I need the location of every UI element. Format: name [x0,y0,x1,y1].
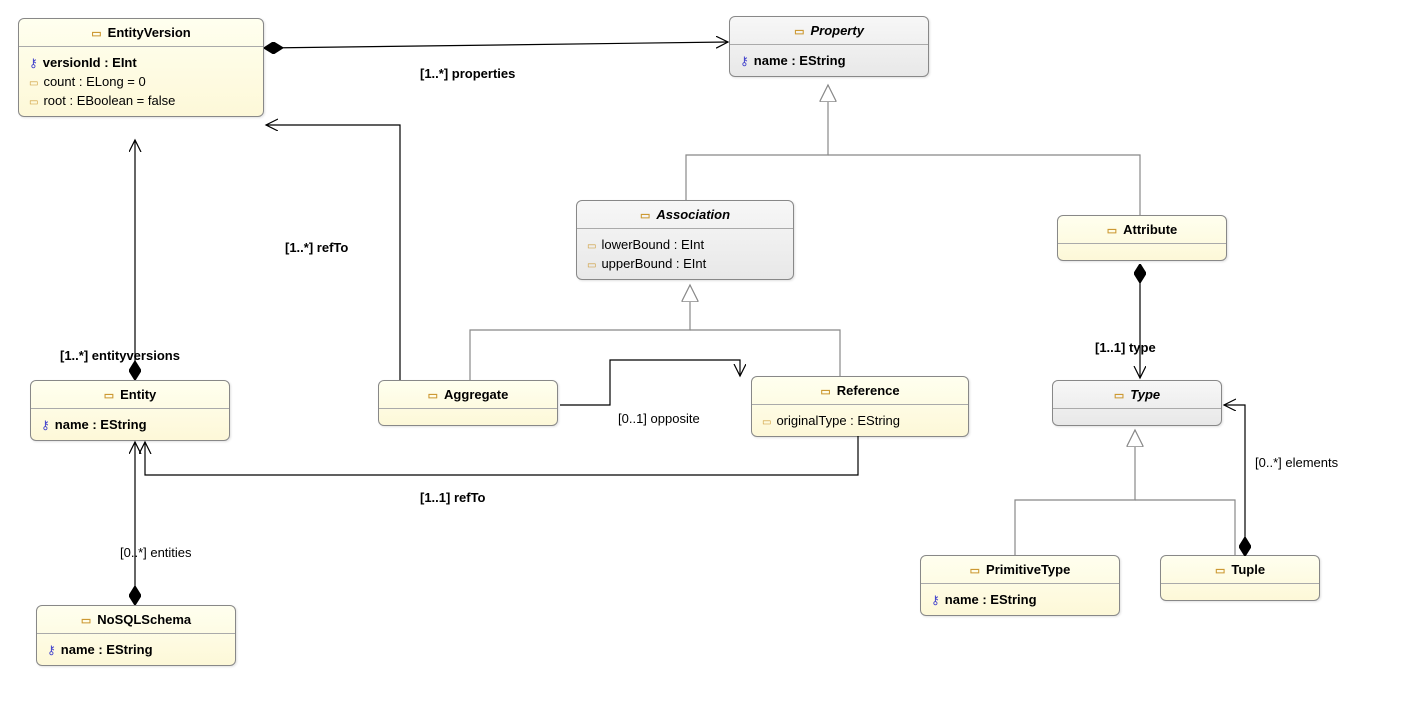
class-body [1058,244,1226,260]
class-reference[interactable]: Reference originalType : EString [751,376,969,437]
class-icon [1114,387,1124,402]
class-body: lowerBound : EInt upperBound : EInt [577,229,793,279]
key-icon [29,55,38,70]
class-primitivetype[interactable]: PrimitiveType name : EString [920,555,1120,616]
attr-icon [587,237,596,252]
class-icon [1107,222,1117,237]
class-header: Property [730,17,928,45]
class-name: Reference [837,383,900,398]
class-icon [970,562,980,577]
attr-row: root : EBoolean = false [29,91,253,110]
attr-icon [29,74,38,89]
class-body [1161,584,1319,600]
class-property[interactable]: Property name : EString [729,16,929,77]
class-icon [640,207,650,222]
class-body: name : EString [730,45,928,76]
class-entityversion[interactable]: EntityVersion versionId : EInt count : E… [18,18,264,117]
class-body [1053,409,1221,425]
class-name: Association [656,207,730,222]
rel-properties-label: [1..*] properties [420,66,515,81]
class-body: name : EString [921,584,1119,615]
class-icon [91,25,101,40]
class-name: EntityVersion [108,25,191,40]
attr-icon [587,256,596,271]
class-tuple[interactable]: Tuple [1160,555,1320,601]
class-body: name : EString [31,409,229,440]
rel-type-label: [1..1] type [1095,340,1156,355]
rel-refto-agg-label: [1..*] refTo [285,240,348,255]
class-body [379,409,557,425]
class-association[interactable]: Association lowerBound : EInt upperBound… [576,200,794,280]
key-icon [41,417,50,432]
class-attribute[interactable]: Attribute [1057,215,1227,261]
attr-row: lowerBound : EInt [587,235,783,254]
class-name: PrimitiveType [986,562,1070,577]
key-icon [47,642,56,657]
class-name: Type [1130,387,1160,402]
class-nosqlschema[interactable]: NoSQLSchema name : EString [36,605,236,666]
class-header: Aggregate [379,381,557,409]
class-icon [820,383,830,398]
rel-entities-label: [0..*] entities [120,545,192,560]
attr-icon [762,413,771,428]
attr-row: name : EString [931,590,1109,609]
class-icon [81,612,91,627]
class-name: NoSQLSchema [97,612,191,627]
class-name: Property [810,23,863,38]
class-entity[interactable]: Entity name : EString [30,380,230,441]
class-type[interactable]: Type [1052,380,1222,426]
key-icon [931,592,940,607]
class-name: Aggregate [444,387,508,402]
attr-row: upperBound : EInt [587,254,783,273]
class-body: name : EString [37,634,235,665]
class-name: Tuple [1231,562,1265,577]
class-icon [104,387,114,402]
class-header: Type [1053,381,1221,409]
rel-entityversions-label: [1..*] entityversions [60,348,180,363]
class-header: PrimitiveType [921,556,1119,584]
class-header: Reference [752,377,968,405]
class-header: Attribute [1058,216,1226,244]
rel-elements-label: [0..*] elements [1255,455,1338,470]
rel-refto-ref-label: [1..1] refTo [420,490,486,505]
attr-row: name : EString [47,640,225,659]
rel-opposite-label: [0..1] opposite [618,411,700,426]
class-icon [428,387,438,402]
attr-row: count : ELong = 0 [29,72,253,91]
key-icon [740,53,749,68]
class-name: Attribute [1123,222,1177,237]
attr-row: versionId : EInt [29,53,253,72]
class-header: Entity [31,381,229,409]
class-header: Association [577,201,793,229]
class-icon [1215,562,1225,577]
class-name: Entity [120,387,156,402]
attr-row: name : EString [740,51,918,70]
class-body: versionId : EInt count : ELong = 0 root … [19,47,263,116]
class-header: NoSQLSchema [37,606,235,634]
class-header: EntityVersion [19,19,263,47]
class-icon [794,23,804,38]
class-body: originalType : EString [752,405,968,436]
attr-row: originalType : EString [762,411,958,430]
attr-icon [29,93,38,108]
class-aggregate[interactable]: Aggregate [378,380,558,426]
class-header: Tuple [1161,556,1319,584]
attr-row: name : EString [41,415,219,434]
